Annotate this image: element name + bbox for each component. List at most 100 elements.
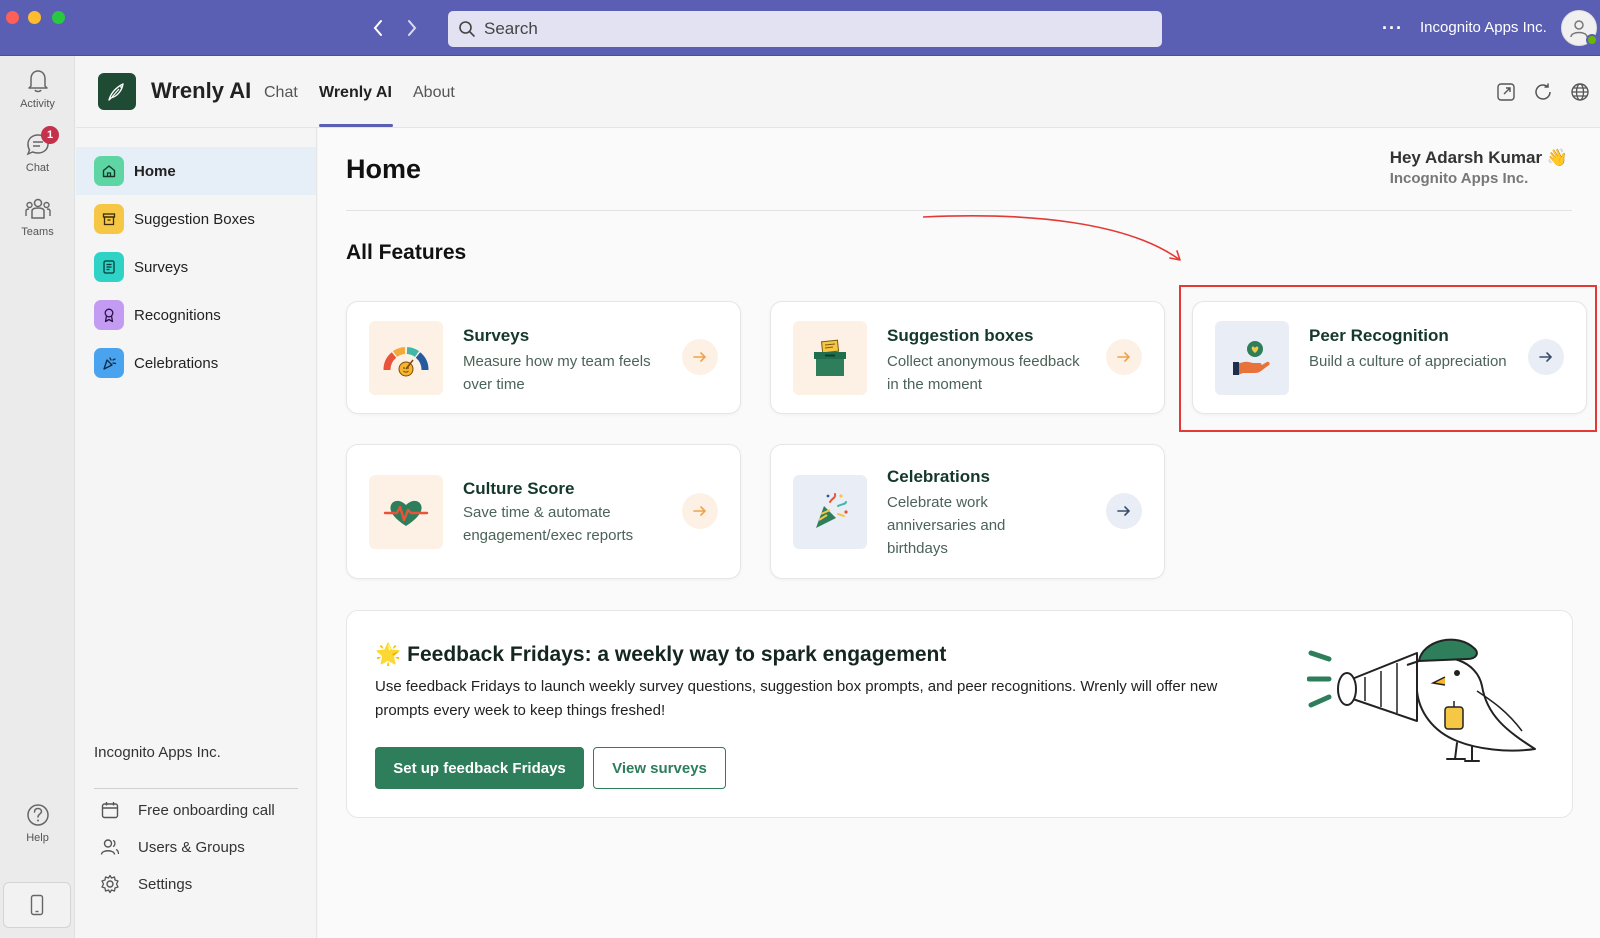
app-header: Wrenly AI Chat Wrenly AI About — [76, 56, 1600, 128]
sidebar-link-label: Users & Groups — [138, 838, 245, 856]
page-title: Home — [346, 154, 422, 184]
sidebar-item-suggestion-boxes[interactable]: Suggestion Boxes — [76, 195, 316, 243]
arrow-right-icon[interactable] — [682, 493, 718, 529]
sidebar-item-label: Home — [134, 162, 176, 180]
feedback-fridays-title: 🌟 Feedback Fridays: a weekly way to spar… — [375, 643, 946, 667]
popout-icon — [1497, 83, 1515, 101]
forward-button[interactable] — [400, 16, 424, 40]
greeting-org: Incognito Apps Inc. — [1389, 170, 1529, 187]
feedback-fridays-card: 🌟 Feedback Fridays: a weekly way to spar… — [346, 610, 1573, 818]
teams-icon — [24, 198, 51, 219]
search-icon — [459, 21, 475, 37]
rail-label: Chat — [25, 162, 50, 174]
active-tab-indicator — [319, 124, 393, 127]
arrow-right-icon[interactable] — [1528, 339, 1564, 375]
more-options-button[interactable]: ··· — [1382, 18, 1403, 39]
users-groups-link[interactable]: Users & Groups — [100, 837, 245, 857]
globe-icon — [1571, 83, 1589, 101]
minimize-window-button[interactable] — [28, 11, 41, 24]
rail-item-help[interactable]: Help — [0, 802, 75, 844]
sidebar-item-recognitions[interactable]: Recognitions — [76, 291, 316, 339]
star-icon: 🌟 — [375, 643, 402, 666]
refresh-button[interactable] — [1531, 80, 1555, 104]
rail-item-chat[interactable]: 1 Chat — [0, 126, 75, 174]
party-popper-icon — [793, 475, 867, 549]
maximize-window-button[interactable] — [52, 11, 65, 24]
app-rail: Activity 1 Chat Teams Help — [0, 56, 75, 938]
avatar[interactable] — [1561, 10, 1598, 46]
heart-hand-icon — [1215, 321, 1289, 395]
gear-icon — [101, 874, 119, 894]
arrow-right-icon[interactable] — [1106, 339, 1142, 375]
sidebar: Home Suggestion Boxes Surveys Recognitio… — [76, 128, 317, 938]
search-input[interactable]: Search — [448, 11, 1162, 47]
card-title: Suggestion boxes — [887, 326, 1034, 345]
tab-chat[interactable]: Chat — [264, 84, 298, 102]
popout-button[interactable] — [1494, 80, 1518, 104]
users-icon — [100, 839, 120, 855]
sidebar-item-label: Recognitions — [134, 306, 221, 324]
arrow-right-icon[interactable] — [682, 339, 718, 375]
feedback-fridays-description: Use feedback Fridays to launch weekly su… — [375, 678, 1218, 719]
box-icon — [94, 204, 124, 234]
card-title: Surveys — [463, 326, 530, 345]
tab-wrenly-ai[interactable]: Wrenly AI — [319, 84, 392, 102]
bird-logo-icon — [108, 82, 124, 101]
bell-icon — [27, 70, 48, 93]
feature-card-suggestion-boxes[interactable]: Suggestion boxes Collect anonymous feedb… — [770, 301, 1165, 414]
ribbon-icon — [94, 300, 124, 330]
sidebar-link-label: Free onboarding call — [138, 801, 275, 819]
app-name: Wrenly AI — [151, 78, 252, 103]
sidebar-item-label: Celebrations — [134, 354, 219, 372]
rail-label: Help — [26, 832, 49, 844]
home-icon — [94, 156, 124, 186]
card-title: Celebrations — [887, 467, 990, 486]
sidebar-item-label: Suggestion Boxes — [134, 210, 255, 228]
feature-card-culture-score[interactable]: Culture Score Save time & automate engag… — [346, 444, 741, 579]
open-in-browser-button[interactable] — [1568, 80, 1592, 104]
rail-label: Teams — [21, 226, 54, 238]
arrow-right-icon[interactable] — [1106, 493, 1142, 529]
wrenly-logo — [98, 73, 136, 110]
rail-item-activity[interactable]: Activity — [0, 68, 75, 110]
feature-card-surveys[interactable]: Surveys Measure how my team feels over t… — [346, 301, 741, 414]
greeting: Hey Adarsh Kumar 👋 Incognito Apps Inc. — [1390, 148, 1568, 187]
section-title: All Features — [346, 241, 467, 264]
sidebar-link-label: Settings — [138, 875, 193, 893]
tab-about[interactable]: About — [413, 84, 455, 102]
party-icon — [94, 348, 124, 378]
heart-pulse-icon — [369, 475, 443, 549]
sidebar-item-surveys[interactable]: Surveys — [76, 243, 316, 291]
refresh-icon — [1535, 83, 1551, 100]
feature-card-peer-recognition[interactable]: Peer Recognition Build a culture of appr… — [1192, 301, 1587, 414]
view-surveys-button[interactable]: View surveys — [593, 747, 726, 789]
chevron-left-icon — [373, 20, 382, 36]
presence-indicator — [1586, 34, 1598, 46]
rail-label: Activity — [20, 98, 55, 110]
title-bar: Search ··· Incognito Apps Inc. — [0, 0, 1600, 56]
sidebar-item-home[interactable]: Home — [76, 147, 316, 195]
back-button[interactable] — [366, 16, 390, 40]
feedback-fridays-heading: Feedback Fridays: a weekly way to spark … — [407, 643, 947, 666]
close-window-button[interactable] — [6, 11, 19, 24]
feature-card-celebrations[interactable]: Celebrations Celebrate work anniversarie… — [770, 444, 1165, 579]
free-onboarding-call-link[interactable]: Free onboarding call — [100, 800, 275, 820]
card-title: Peer Recognition — [1309, 326, 1449, 345]
card-description: Measure how my team feels over time — [463, 353, 651, 393]
sidebar-divider — [94, 788, 298, 789]
rail-item-teams[interactable]: Teams — [0, 196, 75, 238]
mobile-device-button[interactable] — [3, 882, 71, 928]
calendar-icon — [101, 802, 119, 819]
card-description: Save time & automate engagement/exec rep… — [463, 504, 634, 544]
sidebar-org-name: Incognito Apps Inc. — [94, 744, 221, 761]
survey-gauge-icon — [369, 321, 443, 395]
set-up-feedback-fridays-button[interactable]: Set up feedback Fridays — [375, 747, 584, 789]
greeting-text: Hey Adarsh Kumar 👋 — [1389, 148, 1568, 167]
settings-link[interactable]: Settings — [100, 874, 192, 894]
card-description: Celebrate work anniversaries and birthda… — [887, 494, 1006, 557]
chat-unread-badge: 1 — [41, 126, 59, 144]
survey-icon — [94, 252, 124, 282]
suggestion-box-icon — [793, 321, 867, 395]
sidebar-item-celebrations[interactable]: Celebrations — [76, 339, 316, 387]
megaphone-bird-icon — [1307, 638, 1536, 762]
